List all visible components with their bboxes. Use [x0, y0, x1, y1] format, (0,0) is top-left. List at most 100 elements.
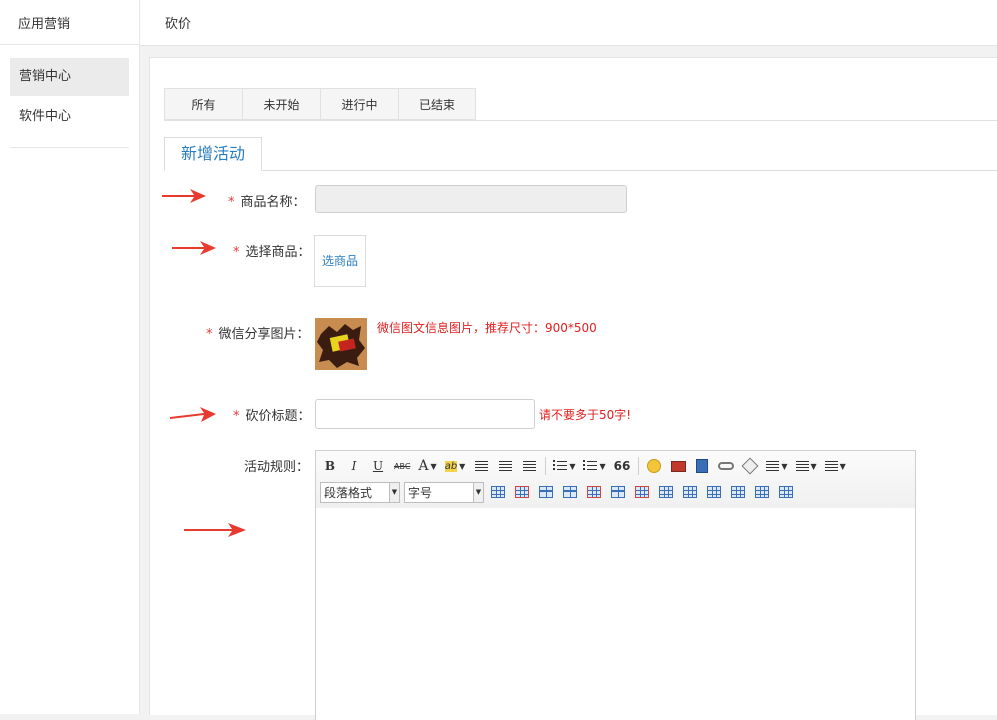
delete-column-button[interactable] [632, 482, 652, 502]
select-product-label: * 选择商品： [233, 245, 311, 260]
annotation-arrow-icon [172, 241, 216, 255]
merge-right-icon [683, 486, 697, 498]
insert-row-button[interactable] [560, 482, 580, 502]
bargain-title-input[interactable] [315, 399, 535, 429]
image-icon [670, 460, 686, 472]
table-paragraph-icon [539, 486, 553, 498]
status-tabs: 所有 未开始 进行中 已结束 [164, 88, 476, 120]
sidebar-title: 应用营销 [18, 17, 71, 32]
bold-button[interactable]: B [320, 456, 340, 476]
chevron-down-icon: ▼ [781, 461, 788, 471]
chevron-down-icon: ▼ [430, 461, 437, 471]
share-image-thumbnail[interactable] [315, 318, 367, 370]
clear-format-button[interactable] [740, 456, 760, 476]
split-cells-button[interactable] [728, 482, 748, 502]
unordered-list-button[interactable]: ▼ [551, 456, 577, 476]
insert-paragraph-before-table-button[interactable] [536, 482, 556, 502]
delete-row-button[interactable] [584, 482, 604, 502]
sidebar-divider-bottom [10, 147, 129, 148]
merge-right-button[interactable] [680, 482, 700, 502]
top-header: 砍价 [140, 0, 997, 46]
select-product-button[interactable]: 选商品 [314, 235, 366, 287]
required-mark: * [206, 327, 213, 342]
font-color-button[interactable]: A ▼ [416, 456, 438, 476]
split-rows-icon [755, 486, 769, 498]
paragraph-format-select[interactable]: 段落格式 ▼ [320, 481, 400, 503]
tab-all[interactable]: 所有 [164, 88, 242, 120]
merge-cells-button[interactable] [656, 482, 676, 502]
emoticon-button[interactable] [644, 456, 664, 476]
chevron-down-icon: ▼ [569, 461, 576, 471]
sidebar-divider [0, 44, 139, 45]
line-height-button[interactable]: ▼ [823, 456, 848, 476]
product-name-input[interactable] [315, 185, 627, 213]
required-mark: * [233, 409, 240, 424]
chevron-down-icon: ▼ [389, 482, 399, 502]
insert-table-button[interactable] [488, 482, 508, 502]
chevron-down-icon: ▼ [599, 461, 606, 471]
tab-add-activity[interactable]: 新增活动 [164, 137, 262, 171]
tab-ended[interactable]: 已结束 [398, 88, 476, 120]
align-center-button[interactable] [495, 456, 515, 476]
strikethrough-button[interactable]: ABC [392, 456, 412, 476]
split-rows-button[interactable] [752, 482, 772, 502]
delete-table-button[interactable] [512, 482, 532, 502]
insert-video-button[interactable] [692, 456, 712, 476]
row-spacing-top-button[interactable]: ▼ [764, 456, 789, 476]
thumbnail-image-icon [315, 318, 367, 370]
chevron-down-icon: ▼ [459, 461, 466, 471]
editor-toolbar: B I U ABC A ▼ ab ▼ ▼ ▼ 66 ▼ ▼ ▼ 段落格式 ▼ 字… [316, 451, 915, 509]
toolbar-separator [638, 457, 640, 475]
insert-row-icon [563, 486, 577, 498]
font-size-select[interactable]: 字号 ▼ [404, 481, 484, 503]
required-mark: * [233, 245, 240, 260]
tab-not-started[interactable]: 未开始 [242, 88, 320, 120]
main-panel: 所有 未开始 进行中 已结束 新增活动 * 商品名称： * 选择商品： 选商品 * 微… [149, 57, 997, 720]
product-name-label: * 商品名称： [228, 195, 306, 210]
subtab-divider [164, 170, 997, 171]
underline-button[interactable]: U [368, 456, 388, 476]
insert-image-button[interactable] [668, 456, 688, 476]
row-spacing-bottom-button[interactable]: ▼ [794, 456, 819, 476]
toolbar-separator [545, 457, 547, 475]
ordered-list-button[interactable]: ▼ [581, 456, 607, 476]
highlight-button[interactable]: ab ▼ [443, 456, 468, 476]
merge-down-icon [707, 486, 721, 498]
italic-button[interactable]: I [344, 456, 364, 476]
bullet-list-icon [553, 460, 568, 472]
split-cells-icon [731, 486, 745, 498]
annotation-arrow-icon [170, 407, 216, 422]
rich-text-editor: B I U ABC A ▼ ab ▼ ▼ ▼ 66 ▼ ▼ ▼ 段落格式 ▼ 字… [315, 450, 916, 720]
chevron-down-icon: ▼ [810, 461, 817, 471]
required-mark: * [228, 195, 235, 210]
insert-link-button[interactable] [716, 456, 736, 476]
insert-column-icon [611, 486, 625, 498]
chevron-down-icon: ▼ [473, 482, 483, 502]
split-columns-icon [779, 486, 793, 498]
sidebar-item-software-center[interactable]: 软件中心 [10, 98, 129, 136]
page-title: 砍价 [165, 17, 192, 32]
blockquote-button[interactable]: 66 [612, 456, 633, 476]
align-right-button[interactable] [519, 456, 539, 476]
smiley-icon [647, 459, 662, 473]
tab-in-progress[interactable]: 进行中 [320, 88, 398, 120]
split-columns-button[interactable] [776, 482, 796, 502]
spacing-icon [795, 460, 809, 472]
insert-column-button[interactable] [608, 482, 628, 502]
annotation-arrow-icon [162, 189, 206, 203]
delete-table-icon [515, 486, 529, 498]
spacing-icon [766, 460, 780, 472]
share-image-hint: 微信图文信息图片，推荐尺寸：900*500 [377, 321, 597, 335]
merge-down-button[interactable] [704, 482, 724, 502]
align-right-icon [522, 460, 536, 472]
delete-row-icon [587, 486, 601, 498]
editor-content-area[interactable] [316, 508, 915, 720]
line-height-icon [824, 460, 838, 472]
numbered-list-icon [583, 460, 598, 472]
table-icon [491, 486, 505, 498]
align-left-button[interactable] [471, 456, 491, 476]
align-center-icon [498, 460, 512, 472]
eraser-icon [741, 457, 759, 475]
delete-column-icon [635, 486, 649, 498]
sidebar-item-marketing-center[interactable]: 营销中心 [10, 58, 129, 96]
